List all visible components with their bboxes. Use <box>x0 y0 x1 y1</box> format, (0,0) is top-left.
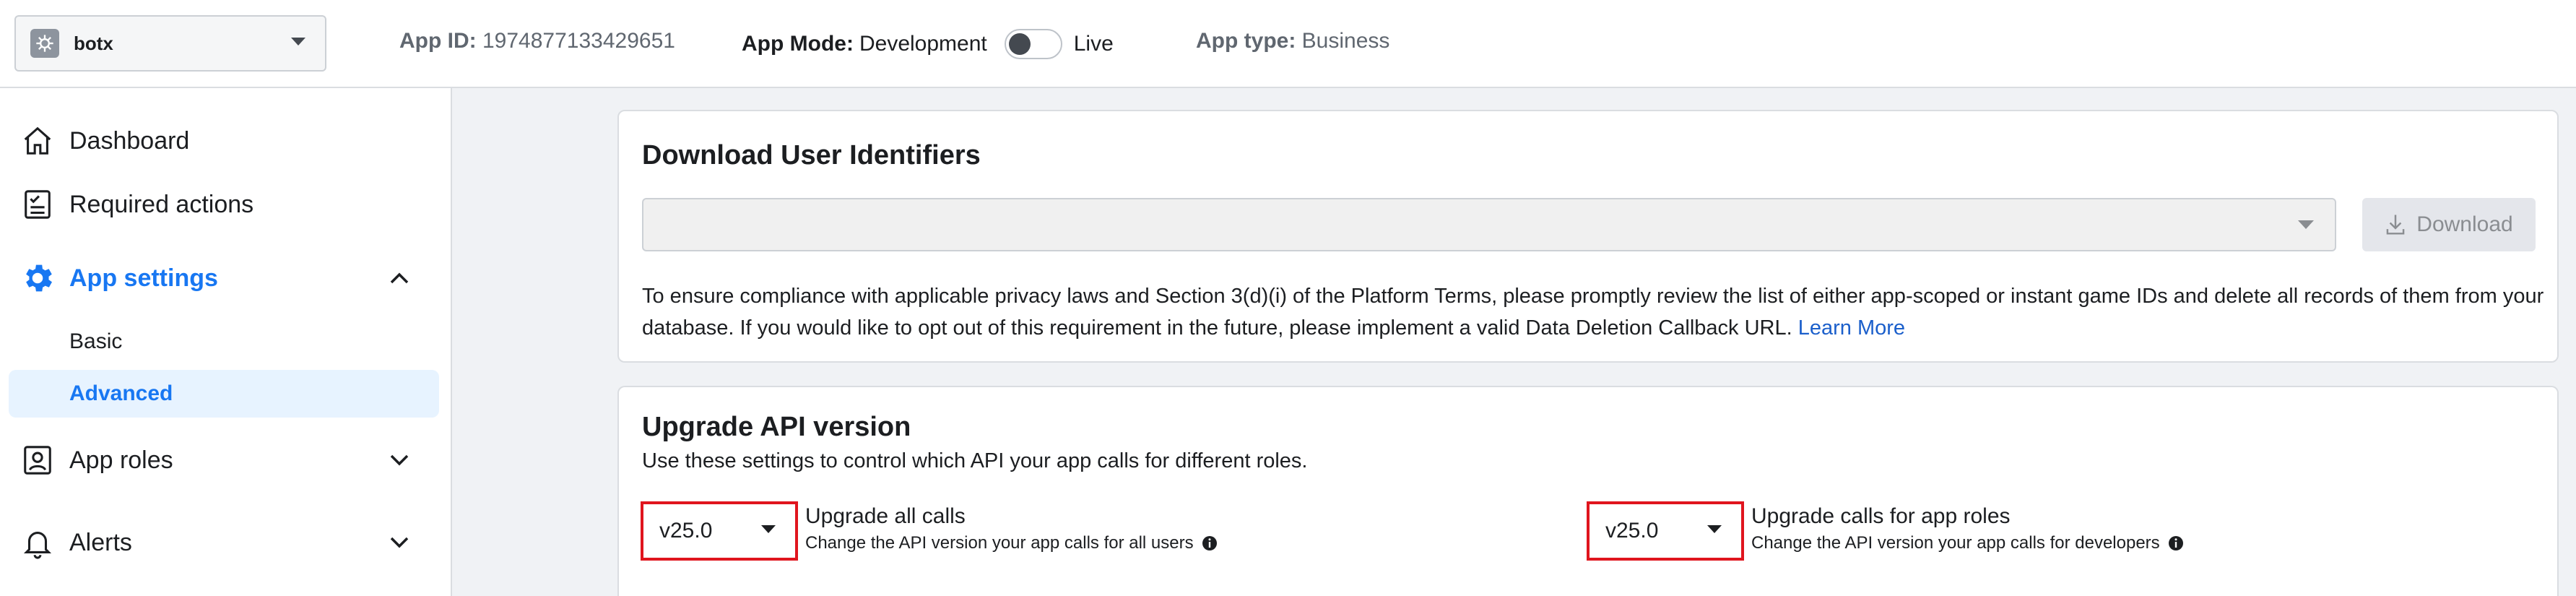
sidebar-item-label: Alerts <box>69 528 132 556</box>
sidebar-item-app-roles[interactable]: App roles <box>0 435 452 485</box>
chevron-down-icon <box>389 532 410 553</box>
app-id-label: App ID: <box>399 29 477 53</box>
compliance-text: To ensure compliance with applicable pri… <box>642 280 2549 344</box>
chevron-up-icon <box>389 267 410 289</box>
toggle-knob <box>1008 33 1031 55</box>
bell-icon <box>19 524 56 561</box>
upgrade-app-roles-select[interactable]: v25.0 <box>1587 501 1744 561</box>
caret-down-icon <box>1707 524 1722 537</box>
checklist-icon <box>19 186 56 223</box>
app-type-label: App type: <box>1196 29 1296 53</box>
top-bar: botx App ID: 1974877133429651 App Mode: … <box>0 0 2576 88</box>
upgrade-api-version-panel: Upgrade API version Use these settings t… <box>617 386 2559 596</box>
upgrade-app-roles-desc: Change the API version your app calls fo… <box>1751 533 2185 553</box>
sidebar-item-app-settings[interactable]: App settings <box>0 253 452 303</box>
upgrade-all-calls-select[interactable]: v25.0 <box>641 501 798 561</box>
home-icon <box>19 122 56 160</box>
panel-title: Upgrade API version <box>642 412 911 442</box>
sidebar: Dashboard Required actions App settings … <box>0 88 452 596</box>
chevron-down-icon <box>389 449 410 471</box>
app-mode-development: Development <box>859 32 987 56</box>
app-mode: App Mode: Development Live <box>742 29 1114 59</box>
version-value: v25.0 <box>1605 519 1659 543</box>
sidebar-subitem-advanced[interactable]: Advanced <box>9 370 439 418</box>
app-mode-live: Live <box>1073 32 1114 56</box>
upgrade-all-calls-desc-text: Change the API version your app calls fo… <box>805 533 1194 553</box>
app-gear-icon <box>30 29 59 58</box>
user-badge-icon <box>19 441 56 479</box>
sidebar-subitem-label: Advanced <box>69 381 173 405</box>
download-user-identifiers-panel: Download User Identifiers Download To en… <box>617 110 2559 363</box>
download-icon <box>2385 213 2406 236</box>
panel-subtitle: Use these settings to control which API … <box>642 449 1308 472</box>
app-name: botx <box>74 32 113 54</box>
info-icon[interactable] <box>1201 535 1218 552</box>
upgrade-app-roles-desc-text: Change the API version your app calls fo… <box>1751 533 2160 553</box>
info-icon[interactable] <box>2167 535 2185 552</box>
sidebar-item-label: App roles <box>69 446 173 474</box>
sidebar-item-label: Dashboard <box>69 126 190 155</box>
download-button[interactable]: Download <box>2362 198 2536 251</box>
version-value: v25.0 <box>659 519 713 543</box>
caret-down-icon <box>290 37 306 51</box>
identifiers-select[interactable] <box>642 198 2336 251</box>
sidebar-subitem-basic[interactable]: Basic <box>9 318 439 366</box>
upgrade-app-roles-label: Upgrade calls for app roles <box>1751 504 2011 528</box>
caret-down-icon <box>2297 220 2315 233</box>
sidebar-item-alerts[interactable]: Alerts <box>0 517 452 568</box>
sidebar-item-label: App settings <box>69 264 218 292</box>
download-button-label: Download <box>2416 212 2513 236</box>
gear-icon <box>19 259 56 297</box>
sidebar-item-label: Required actions <box>69 190 254 218</box>
app-id: App ID: 1974877133429651 <box>399 29 675 53</box>
compliance-text-body: To ensure compliance with applicable pri… <box>642 285 2544 340</box>
app-switcher-dropdown[interactable]: botx <box>14 15 326 72</box>
upgrade-all-calls-label: Upgrade all calls <box>805 504 966 528</box>
sidebar-item-dashboard[interactable]: Dashboard <box>0 116 452 166</box>
app-type: App type: Business <box>1196 29 1389 53</box>
app-mode-label: App Mode: <box>742 32 854 56</box>
sidebar-subitem-label: Basic <box>69 329 123 353</box>
upgrade-all-calls-desc: Change the API version your app calls fo… <box>805 533 1218 553</box>
caret-down-icon <box>760 524 776 537</box>
app-type-value: Business <box>1301 29 1390 53</box>
learn-more-link[interactable]: Learn More <box>1798 316 1905 340</box>
app-id-value: 1974877133429651 <box>482 29 675 53</box>
app-mode-toggle[interactable] <box>1004 29 1062 59</box>
sidebar-item-required-actions[interactable]: Required actions <box>0 179 452 230</box>
panel-title: Download User Identifiers <box>642 140 981 170</box>
